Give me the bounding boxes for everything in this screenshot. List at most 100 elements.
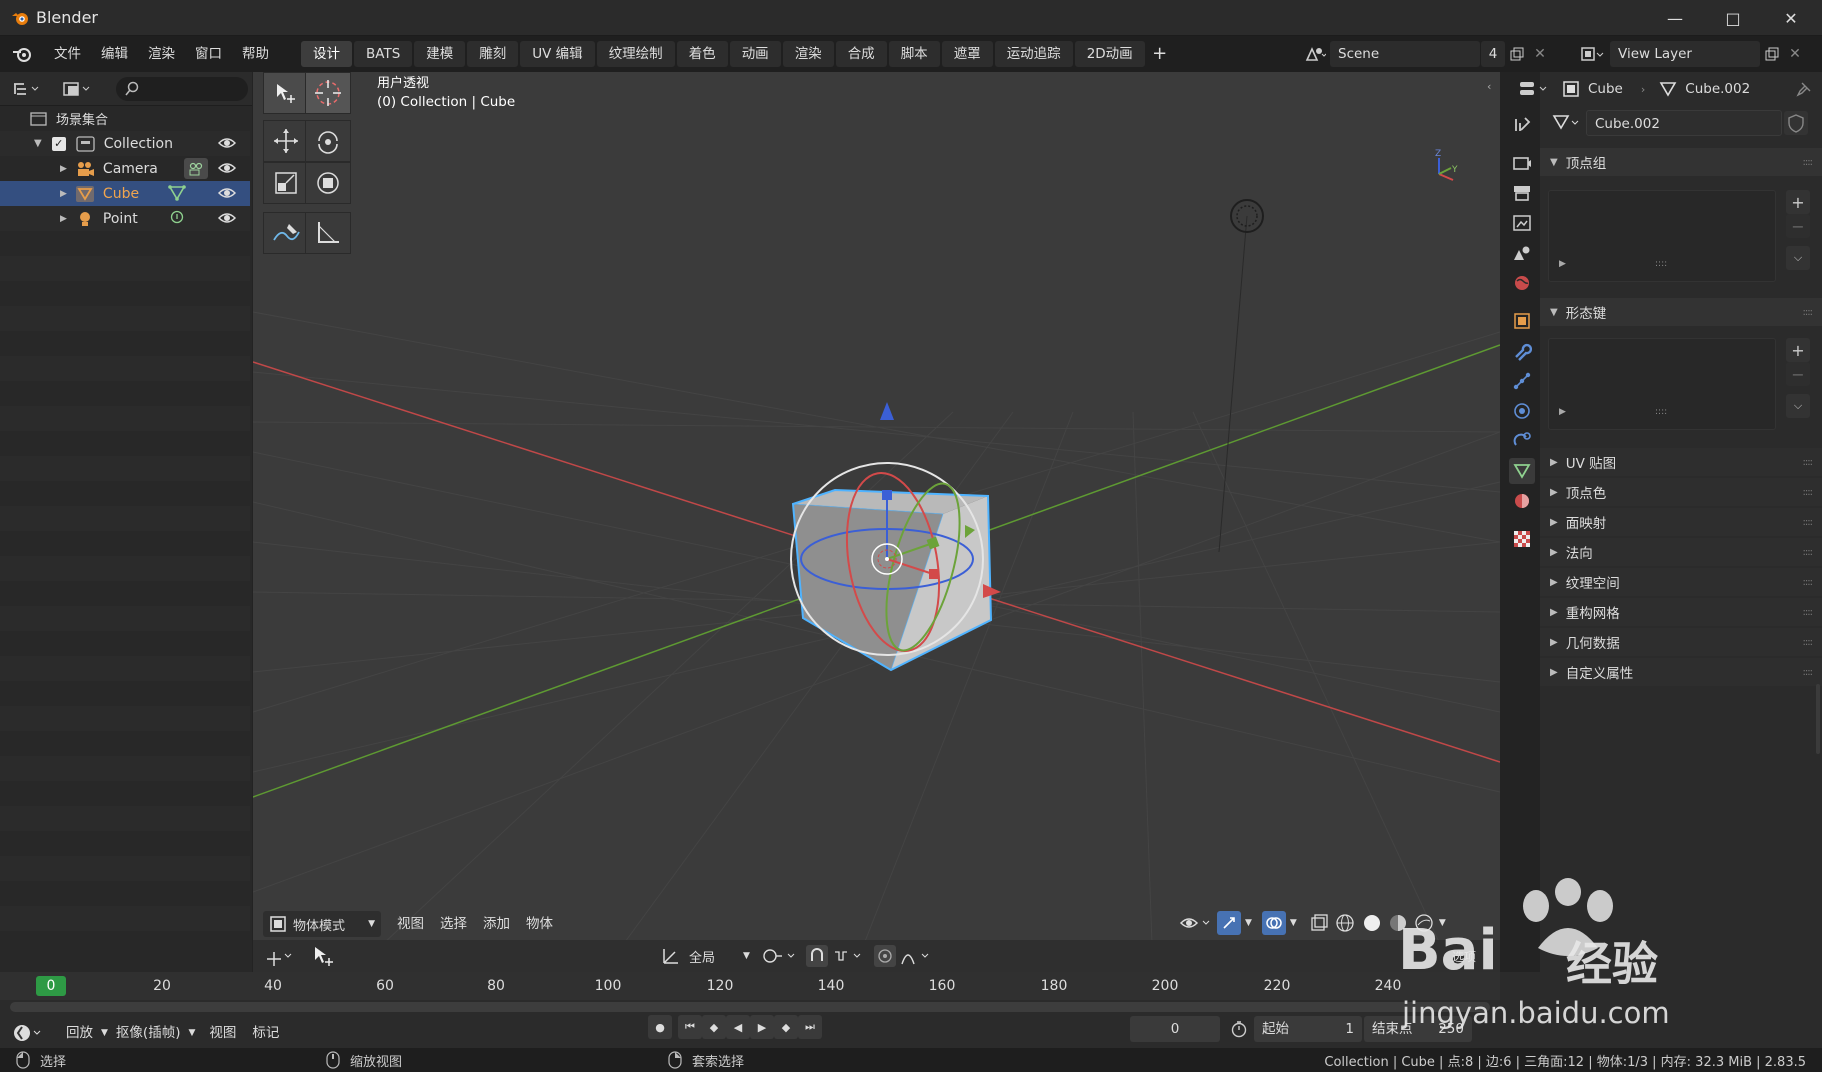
eye-icon[interactable] [218, 210, 236, 226]
normals-panel-header[interactable]: ▶ 法向:::: [1540, 538, 1822, 566]
menu-playback[interactable]: 回放 [58, 1020, 101, 1046]
options-menu[interactable]: 选项 [1452, 948, 1476, 965]
maximize-button[interactable]: □ [1704, 0, 1762, 36]
drag-grip-icon[interactable]: :::: [1803, 487, 1814, 498]
eye-icon[interactable] [218, 160, 236, 176]
menu-file[interactable]: 文件 [44, 40, 91, 68]
auto-keying-button[interactable]: ● [648, 1015, 672, 1039]
gizmo-toggle-button[interactable] [1217, 911, 1241, 935]
wireframe-shading-icon[interactable] [1333, 911, 1357, 935]
expand-down-icon[interactable]: ▼ [34, 138, 42, 149]
minimize-button[interactable]: — [1646, 0, 1704, 36]
editor-type-button[interactable] [12, 78, 48, 100]
tab-2d-animation[interactable]: 2D动画 [1074, 41, 1145, 67]
orientation-label[interactable]: 全局 [689, 947, 743, 966]
drag-grip-icon[interactable]: :::: [1803, 637, 1814, 648]
new-view-layer-button[interactable] [1760, 41, 1784, 67]
falloff-curve-icon[interactable] [900, 946, 934, 966]
transform-pivot-icon[interactable] [263, 945, 299, 967]
tab-modeling[interactable]: 建模 [414, 41, 466, 67]
shape-keys-list[interactable]: ▶ :::: [1548, 338, 1776, 430]
tab-material[interactable] [1509, 488, 1535, 514]
start-frame-field[interactable]: 起始 1 [1254, 1016, 1362, 1042]
3d-viewport[interactable]: Z Y 用户透视 (0) Collection | Cube ‹ 物体模式 ▼ … [253, 72, 1500, 972]
remove-vertex-group-button[interactable]: − [1786, 214, 1810, 238]
outliner-row-cube[interactable]: ▶ Cube [0, 181, 250, 206]
tab-view-layer[interactable] [1509, 210, 1535, 236]
overlay-toggle-button[interactable] [1261, 911, 1286, 935]
tab-constraints[interactable] [1509, 428, 1535, 454]
vertex-group-specials-button[interactable]: ⌵ [1786, 246, 1810, 270]
uv-maps-panel-header[interactable]: ▶ UV 贴图:::: [1540, 448, 1822, 476]
tab-texture-paint[interactable]: 纹理绘制 [596, 41, 675, 67]
tab-output[interactable] [1509, 180, 1535, 206]
texture-space-panel-header[interactable]: ▶ 纹理空间:::: [1540, 568, 1822, 596]
menu-help[interactable]: 帮助 [232, 40, 279, 68]
mesh-name-field[interactable]: Cube.002 [1586, 110, 1782, 136]
tab-bats[interactable]: BATS [354, 41, 413, 67]
drag-grip-icon[interactable]: :::: [1803, 517, 1814, 528]
shape-keys-panel-header[interactable]: ▼ 形态键 :::: [1540, 298, 1822, 326]
drag-grip-icon[interactable]: :::: [1803, 307, 1814, 318]
tab-texture[interactable] [1509, 526, 1535, 552]
custom-properties-panel-header[interactable]: ▶ 自定义属性:::: [1540, 658, 1822, 686]
menu-select[interactable]: 选择 [432, 911, 475, 937]
current-frame-indicator[interactable]: 0 [36, 976, 66, 996]
eye-icon[interactable] [218, 135, 236, 151]
play-button[interactable]: ▶ [750, 1015, 774, 1039]
tab-physics[interactable] [1509, 398, 1535, 424]
close-button[interactable]: ✕ [1762, 0, 1820, 36]
delete-view-layer-button[interactable]: ✕ [1784, 41, 1806, 67]
expand-right-icon[interactable]: ▶ [1559, 407, 1566, 417]
material-shading-icon[interactable] [1387, 912, 1409, 934]
drag-grip-icon[interactable]: :::: [1803, 607, 1814, 618]
xray-icon[interactable] [1309, 913, 1329, 933]
tab-animation[interactable]: 动画 [729, 41, 781, 67]
tab-uv-editing[interactable]: UV 编辑 [520, 41, 595, 67]
menu-keying[interactable]: 抠像(插帧) [108, 1020, 189, 1046]
tab-compositing[interactable]: 合成 [835, 41, 887, 67]
menu-window[interactable]: 窗口 [185, 40, 232, 68]
shape-key-specials-button[interactable]: ⌵ [1786, 394, 1810, 418]
chevron-down-icon[interactable]: ▼ [1439, 918, 1446, 928]
menu-object[interactable]: 物体 [518, 911, 561, 937]
tab-modifiers[interactable] [1509, 338, 1535, 364]
blender-menu-button[interactable] [0, 45, 44, 63]
vertex-groups-panel-header[interactable]: ▼ 顶点组 :::: [1540, 148, 1822, 176]
current-frame-field[interactable]: 0 [1130, 1016, 1220, 1042]
timeline-editor-icon[interactable] [12, 1023, 48, 1043]
menu-render[interactable]: 渲染 [138, 40, 185, 68]
outliner-row-collection[interactable]: ▼ ✓ Collection [0, 131, 250, 156]
point-light[interactable] [1218, 199, 1264, 553]
delete-scene-button[interactable]: ✕ [1529, 41, 1551, 67]
measure-tool[interactable] [305, 212, 351, 254]
tab-layout[interactable]: 设计 [301, 41, 352, 67]
tab-masking[interactable]: 遮罩 [941, 41, 993, 67]
tab-motion-tracking[interactable]: 运动追踪 [994, 41, 1073, 67]
move-tool[interactable] [263, 120, 309, 162]
outliner-search-input[interactable] [116, 77, 248, 101]
drag-grip-icon[interactable]: :::: [1803, 547, 1814, 558]
properties-scrollbar[interactable] [1816, 684, 1820, 754]
camera-data-icon[interactable] [184, 158, 208, 179]
snap-magnet-icon[interactable] [805, 945, 828, 967]
display-mode-button[interactable] [62, 78, 98, 100]
add-vertex-group-button[interactable]: + [1786, 190, 1810, 214]
chevron-down-icon[interactable]: ▼ [743, 951, 750, 961]
drag-grip-icon[interactable]: :::: [1803, 577, 1814, 588]
outliner-row-point[interactable]: ▶ Point [0, 206, 250, 231]
face-maps-panel-header[interactable]: ▶ 面映射:::: [1540, 508, 1822, 536]
pivot-point-icon[interactable] [762, 946, 800, 966]
resize-grip-icon[interactable]: :::: [1655, 259, 1667, 269]
chevron-down-icon[interactable]: ▼ [188, 1028, 195, 1038]
scene-name-field[interactable]: Scene [1330, 41, 1480, 67]
expand-right-icon[interactable]: ▶ [60, 189, 67, 199]
jump-start-button[interactable]: ⏮ [678, 1015, 702, 1039]
jump-end-button[interactable]: ⏭ [798, 1015, 822, 1039]
frame-ruler[interactable]: 0 20 40 60 80 100 120 140 160 180 200 22… [0, 972, 1500, 1000]
cursor-tool[interactable] [305, 72, 351, 114]
eye-icon[interactable] [218, 185, 236, 201]
tab-particles[interactable] [1509, 368, 1535, 394]
tab-tool[interactable] [1509, 112, 1535, 138]
tab-mesh-data[interactable] [1509, 458, 1535, 484]
